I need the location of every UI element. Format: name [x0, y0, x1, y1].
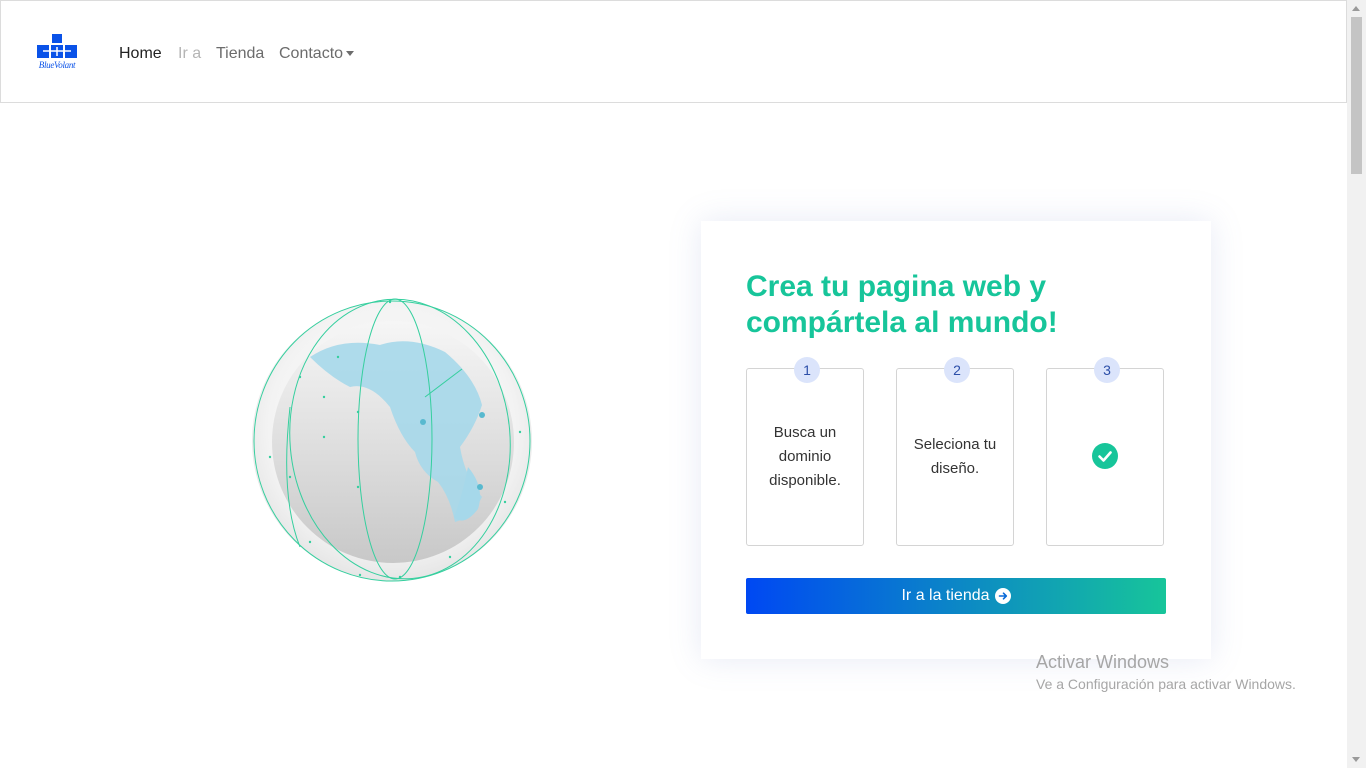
windows-activation-watermark: Activar Windows Ve a Configuración para …	[1036, 652, 1296, 693]
scrollbar-thumb[interactable]	[1351, 17, 1362, 174]
check-circle-icon	[1092, 443, 1118, 469]
hero-title: Crea tu pagina web y compártela al mundo…	[746, 270, 1058, 339]
nav-tienda-link[interactable]: Tienda	[216, 44, 264, 64]
nav-contacto-label: Contacto	[279, 45, 344, 62]
logo-text: BlueVolant	[38, 60, 76, 70]
step-text: Busca un dominio disponible.	[769, 424, 841, 489]
navbar: BlueVolant Home Ir a Tienda Contacto	[0, 0, 1347, 103]
bluevolant-logo[interactable]: BlueVolant	[35, 32, 79, 74]
step-card-1: 1 Busca un dominio disponible.	[746, 357, 864, 546]
nav-home-link[interactable]: Home	[119, 44, 162, 64]
arrow-right-circle-icon	[994, 588, 1011, 604]
step-number-badge: 3	[1094, 357, 1120, 383]
go-to-store-label: Ir a la tienda	[901, 587, 990, 604]
scroll-down-arrow-icon[interactable]	[1352, 757, 1360, 762]
caret-down-icon	[346, 51, 355, 57]
nav-ir-a-link[interactable]: Ir a	[178, 44, 201, 64]
globe-illustration	[250, 297, 535, 585]
step-card-3: 3	[1046, 357, 1164, 546]
watermark-title: Activar Windows	[1036, 652, 1170, 672]
hero-card: Crea tu pagina web y compártela al mundo…	[701, 221, 1211, 659]
nav-contacto-dropdown[interactable]: Contacto	[279, 44, 355, 64]
watermark-subtitle: Ve a Configuración para activar Windows.	[1036, 676, 1296, 692]
vertical-scrollbar[interactable]	[1347, 0, 1366, 768]
step-text: Seleciona tu diseño.	[913, 436, 997, 477]
go-to-store-button[interactable]: Ir a la tienda	[746, 578, 1166, 614]
scroll-up-arrow-icon[interactable]	[1352, 6, 1360, 11]
step-card-2: 2 Seleciona tu diseño.	[896, 357, 1014, 546]
